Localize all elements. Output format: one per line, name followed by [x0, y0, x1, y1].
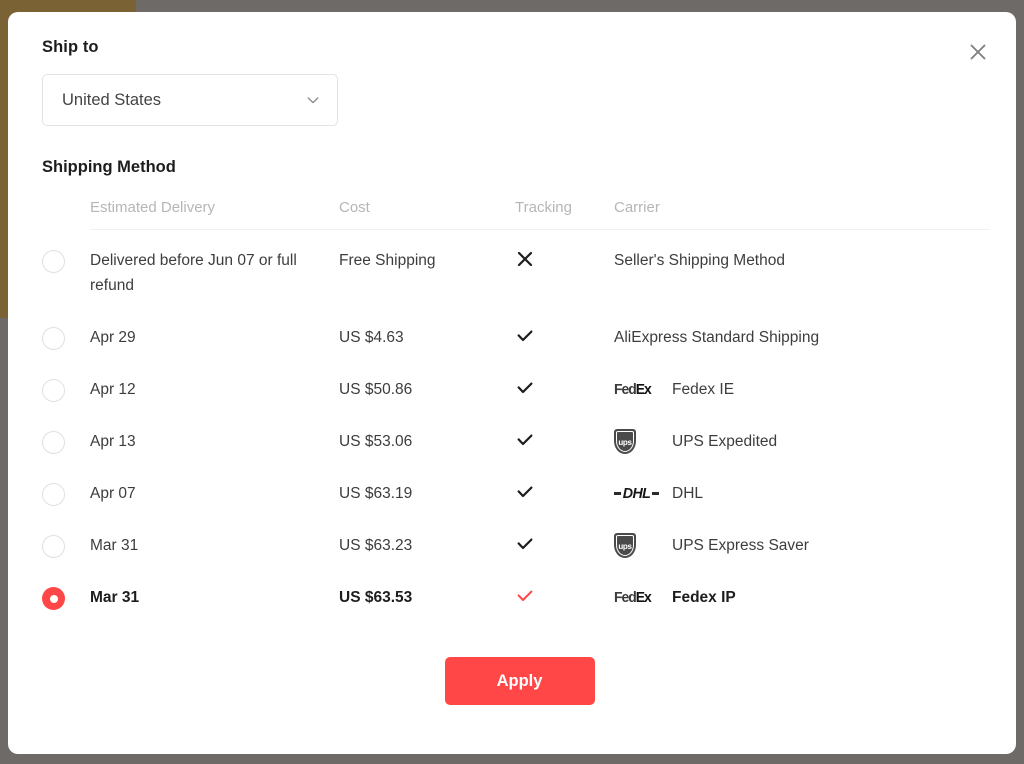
estimated-delivery-value: Mar 31 [90, 589, 140, 606]
ups-logo-icon: ups [614, 533, 660, 558]
carrier-name: Seller's Shipping Method [614, 252, 785, 269]
dhl-logo-icon: DHL [614, 485, 660, 502]
cost-value: US $50.86 [339, 381, 413, 398]
shipping-option-radio[interactable] [42, 429, 90, 454]
carrier-name: Fedex IE [672, 381, 735, 398]
check-icon [517, 330, 533, 342]
shipping-option-row[interactable]: Apr 13 US $53.06 ups UPS Expedited [42, 411, 997, 463]
shipping-option-radio[interactable] [42, 377, 90, 402]
ship-to-label: Ship to [42, 38, 99, 56]
shipping-option-radio[interactable] [42, 585, 90, 610]
carrier-name: AliExpress Standard Shipping [614, 329, 820, 346]
check-icon [517, 590, 533, 601]
carrier-cell: AliExpress Standard Shipping [614, 325, 997, 350]
apply-button[interactable]: Apply [444, 657, 595, 705]
estimated-delivery-value: Apr 29 [90, 329, 136, 346]
check-icon [517, 382, 533, 394]
tracking-status [515, 481, 614, 502]
carrier-cell: FedEx Fedex IE [614, 377, 997, 402]
estimated-delivery-value: Apr 07 [90, 485, 136, 502]
shipping-option-radio[interactable] [42, 248, 90, 273]
carrier-cell: FedEx Fedex IP [614, 585, 997, 610]
shipping-option-row[interactable]: Apr 12 US $50.86 FedEx Fedex IE [42, 359, 997, 411]
carrier-name: DHL [672, 485, 704, 502]
tracking-status [515, 585, 614, 606]
column-header-tracking: Tracking [515, 199, 572, 216]
estimated-delivery-value: Delivered before Jun 07 or full refund [90, 252, 297, 294]
shipping-option-radio[interactable] [42, 481, 90, 506]
fedex-logo-icon: FedEx [614, 381, 652, 398]
estimated-delivery-value: Apr 13 [90, 433, 136, 450]
shipping-method-label: Shipping Method [42, 158, 176, 176]
country-select[interactable]: United States [42, 74, 338, 126]
carrier-cell: Seller's Shipping Method [614, 248, 997, 273]
carrier-cell: ups UPS Expedited [614, 429, 997, 454]
shipping-method-table: Estimated Delivery Cost Tracking Carrier… [42, 199, 997, 619]
shipping-option-row[interactable]: Mar 31 US $63.53 FedEx Fedex IP [42, 567, 997, 619]
tracking-status [515, 325, 614, 346]
tracking-status [515, 248, 614, 269]
table-header-row: Estimated Delivery Cost Tracking Carrier [42, 199, 997, 229]
cost-value: US $63.23 [339, 537, 413, 554]
carrier-name: Fedex IP [672, 589, 736, 606]
chevron-down-icon [305, 92, 321, 108]
check-icon [517, 434, 533, 446]
carrier-cell: DHL DHL [614, 481, 997, 506]
ups-logo-icon: ups [614, 429, 660, 454]
cost-value: US $53.06 [339, 433, 413, 450]
tracking-status [515, 429, 614, 450]
shipping-option-radio[interactable] [42, 533, 90, 558]
fedex-logo-icon: FedEx [614, 589, 652, 606]
carrier-name: UPS Express Saver [672, 537, 809, 554]
shipping-option-row[interactable]: Apr 29 US $4.63 AliExpress Standard Shippi… [42, 307, 997, 359]
desktop-background-accent-left [0, 0, 8, 318]
cost-value: US $4.63 [339, 329, 404, 346]
country-select-value: United States [62, 90, 162, 109]
column-header-cost: Cost [339, 199, 370, 216]
shipping-option-row[interactable]: Apr 07 US $63.19 DHL DHL [42, 463, 997, 515]
estimated-delivery-value: Apr 12 [90, 381, 136, 398]
shipping-option-radio[interactable] [42, 325, 90, 350]
carrier-cell: ups UPS Express Saver [614, 533, 997, 558]
close-icon [517, 251, 533, 267]
check-icon [517, 538, 533, 550]
cost-value: US $63.53 [339, 589, 413, 606]
shipping-option-row[interactable]: Mar 31 US $63.23 ups UPS Express Saver [42, 515, 997, 567]
check-icon [517, 486, 533, 498]
column-header-estimated-delivery: Estimated Delivery [90, 199, 216, 216]
carrier-name: UPS Expedited [672, 433, 778, 450]
estimated-delivery-value: Mar 31 [90, 537, 139, 554]
tracking-status [515, 377, 614, 398]
header-spacer [42, 199, 90, 201]
shipping-options-modal: Ship to United States Shipping Method Es… [8, 12, 1016, 754]
close-icon[interactable] [963, 37, 993, 67]
modal-footer: Apply [42, 657, 997, 705]
shipping-option-row[interactable]: Delivered before Jun 07 or full refund Fr… [42, 230, 997, 307]
column-header-carrier: Carrier [614, 199, 660, 216]
tracking-status [515, 533, 614, 554]
cost-value: US $63.19 [339, 485, 413, 502]
cost-value: Free Shipping [339, 252, 436, 269]
